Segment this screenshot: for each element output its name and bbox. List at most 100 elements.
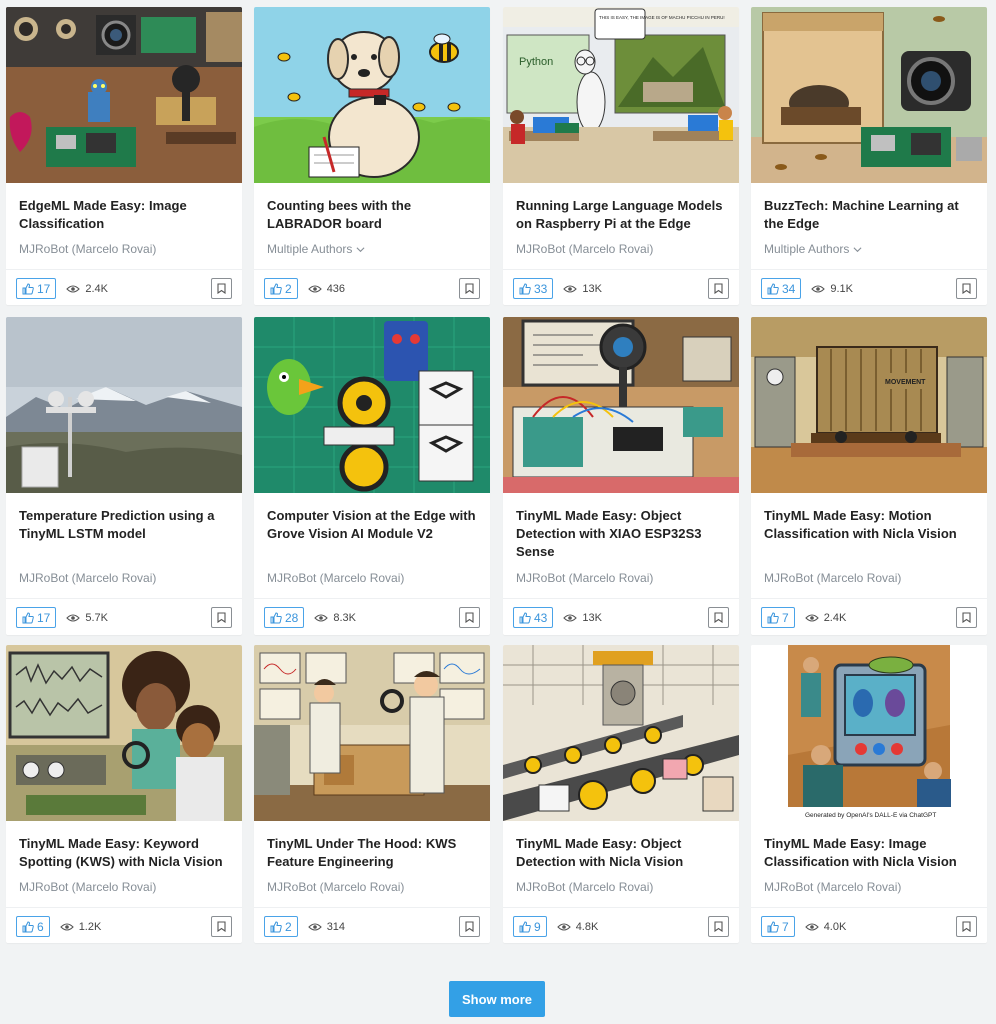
bookmark-button[interactable] (459, 916, 480, 937)
bookmark-button[interactable] (211, 607, 232, 628)
project-author[interactable]: MJRoBot (Marcelo Rovai) (19, 880, 156, 894)
weather-station-image[interactable] (6, 317, 242, 493)
bookmark-button[interactable] (708, 916, 729, 937)
author-name[interactable]: MJRoBot (Marcelo Rovai) (19, 242, 156, 256)
card-divider (254, 269, 490, 270)
project-card[interactable]: MOVEMENT TinyML Made Easy: Motion Classi… (751, 317, 987, 635)
project-card[interactable]: Computer Vision at the Edge with Grove V… (254, 317, 490, 635)
edgeml-image[interactable] (6, 7, 242, 183)
show-more-button[interactable]: Show more (449, 981, 545, 1017)
project-title[interactable]: TinyML Made Easy: Keyword Spotting (KWS)… (19, 835, 230, 871)
like-button[interactable]: 6 (16, 916, 50, 937)
project-author[interactable]: MJRoBot (Marcelo Rovai) (764, 880, 901, 894)
project-title[interactable]: BuzzTech: Machine Learning at the Edge (764, 197, 975, 233)
scientists-lab-image[interactable] (254, 645, 490, 821)
project-title[interactable]: Running Large Language Models on Raspber… (516, 197, 727, 233)
author-name[interactable]: MJRoBot (Marcelo Rovai) (764, 880, 901, 894)
author-name[interactable]: MJRoBot (Marcelo Rovai) (19, 880, 156, 894)
author-name[interactable]: MJRoBot (Marcelo Rovai) (516, 880, 653, 894)
like-button[interactable]: 28 (264, 607, 305, 628)
project-author[interactable]: MJRoBot (Marcelo Rovai) (764, 571, 901, 585)
chevron-down-icon[interactable] (853, 245, 862, 254)
like-button[interactable]: 7 (761, 916, 795, 937)
factory-conveyor-image[interactable] (503, 645, 739, 821)
like-button[interactable]: 9 (513, 916, 547, 937)
board-python-text: Python (519, 56, 553, 68)
project-author[interactable]: Multiple Authors (764, 242, 862, 256)
dog-bees-image[interactable] (254, 7, 490, 183)
bookmark-button[interactable] (459, 607, 480, 628)
project-card[interactable]: Python THIS IS EASY, THE IMAGE IS OF MAC… (503, 7, 739, 305)
project-title[interactable]: TinyML Made Easy: Motion Classification … (764, 507, 975, 543)
project-title[interactable]: TinyML Made Easy: Object Detection with … (516, 835, 727, 871)
card-stats: 17 5.7K (16, 606, 232, 629)
eye-icon (307, 922, 322, 931)
project-title[interactable]: Temperature Prediction using a TinyML LS… (19, 507, 230, 543)
bookmark-button[interactable] (956, 916, 977, 937)
like-button[interactable]: 17 (16, 607, 57, 628)
author-name[interactable]: MJRoBot (Marcelo Rovai) (516, 571, 653, 585)
like-button[interactable]: 33 (513, 278, 554, 299)
project-author[interactable]: MJRoBot (Marcelo Rovai) (516, 571, 653, 585)
bookmark-button[interactable] (459, 278, 480, 299)
author-name[interactable]: MJRoBot (Marcelo Rovai) (267, 571, 404, 585)
thumbs-up-icon (22, 920, 34, 932)
view-stat: 8.3K (314, 612, 356, 624)
bookmark-button[interactable] (708, 607, 729, 628)
project-author[interactable]: MJRoBot (Marcelo Rovai) (516, 880, 653, 894)
project-card[interactable]: TinyML Made Easy: Keyword Spotting (KWS)… (6, 645, 242, 943)
author-name[interactable]: MJRoBot (Marcelo Rovai) (19, 571, 156, 585)
container-lab-image[interactable]: MOVEMENT (751, 317, 987, 493)
project-title[interactable]: TinyML Under The Hood: KWS Feature Engin… (267, 835, 478, 871)
project-author[interactable]: MJRoBot (Marcelo Rovai) (267, 880, 404, 894)
eye-icon (804, 613, 819, 622)
chevron-down-icon[interactable] (356, 245, 365, 254)
project-card[interactable]: EdgeML Made Easy: Image Classification M… (6, 7, 242, 305)
project-card[interactable]: Counting bees with the LABRADOR board Mu… (254, 7, 490, 305)
retro-device-illustration: Generated by OpenAI's DALL-E via ChatGPT (751, 645, 987, 821)
like-button[interactable]: 7 (761, 607, 795, 628)
like-button[interactable]: 43 (513, 607, 554, 628)
author-name[interactable]: MJRoBot (Marcelo Rovai) (267, 880, 404, 894)
project-title[interactable]: Counting bees with the LABRADOR board (267, 197, 478, 233)
card-divider (751, 598, 987, 599)
bookmark-button[interactable] (708, 278, 729, 299)
like-button[interactable]: 17 (16, 278, 57, 299)
bookmark-button[interactable] (211, 278, 232, 299)
bookmark-button[interactable] (956, 607, 977, 628)
scientists-audio-image[interactable] (6, 645, 242, 821)
author-name[interactable]: MJRoBot (Marcelo Rovai) (516, 242, 653, 256)
project-author[interactable]: MJRoBot (Marcelo Rovai) (267, 571, 404, 585)
author-name[interactable]: Multiple Authors (764, 242, 849, 256)
card-divider (503, 269, 739, 270)
project-card[interactable]: Temperature Prediction using a TinyML LS… (6, 317, 242, 635)
project-card[interactable]: TinyML Made Easy: Object Detection with … (503, 317, 739, 635)
project-title[interactable]: TinyML Made Easy: Object Detection with … (516, 507, 727, 561)
author-name[interactable]: Multiple Authors (267, 242, 352, 256)
like-button[interactable]: 2 (264, 916, 298, 937)
project-title[interactable]: EdgeML Made Easy: Image Classification (19, 197, 230, 233)
view-count: 436 (326, 282, 346, 295)
project-card[interactable]: BuzzTech: Machine Learning at the Edge M… (751, 7, 987, 305)
llama-classroom-image[interactable]: Python THIS IS EASY, THE IMAGE IS OF MAC… (503, 7, 739, 183)
project-card[interactable]: TinyML Under The Hood: KWS Feature Engin… (254, 645, 490, 943)
project-card[interactable]: TinyML Made Easy: Object Detection with … (503, 645, 739, 943)
like-count: 28 (285, 610, 299, 625)
like-button[interactable]: 2 (264, 278, 298, 299)
bookmark-icon (962, 612, 971, 623)
bookmark-button[interactable] (956, 278, 977, 299)
like-button[interactable]: 34 (761, 278, 802, 299)
project-title[interactable]: TinyML Made Easy: Image Classification w… (764, 835, 975, 871)
project-title[interactable]: Computer Vision at the Edge with Grove V… (267, 507, 478, 543)
beehive-camera-image[interactable] (751, 7, 987, 183)
project-card[interactable]: Generated by OpenAI's DALL-E via ChatGPT… (751, 645, 987, 943)
robots-toys-image[interactable] (254, 317, 490, 493)
project-author[interactable]: MJRoBot (Marcelo Rovai) (516, 242, 653, 256)
project-author[interactable]: MJRoBot (Marcelo Rovai) (19, 242, 156, 256)
retro-device-image[interactable]: Generated by OpenAI's DALL-E via ChatGPT (751, 645, 987, 821)
author-name[interactable]: MJRoBot (Marcelo Rovai) (764, 571, 901, 585)
camera-breadboard-image[interactable] (503, 317, 739, 493)
bookmark-button[interactable] (211, 916, 232, 937)
project-author[interactable]: MJRoBot (Marcelo Rovai) (19, 571, 156, 585)
project-author[interactable]: Multiple Authors (267, 242, 365, 256)
